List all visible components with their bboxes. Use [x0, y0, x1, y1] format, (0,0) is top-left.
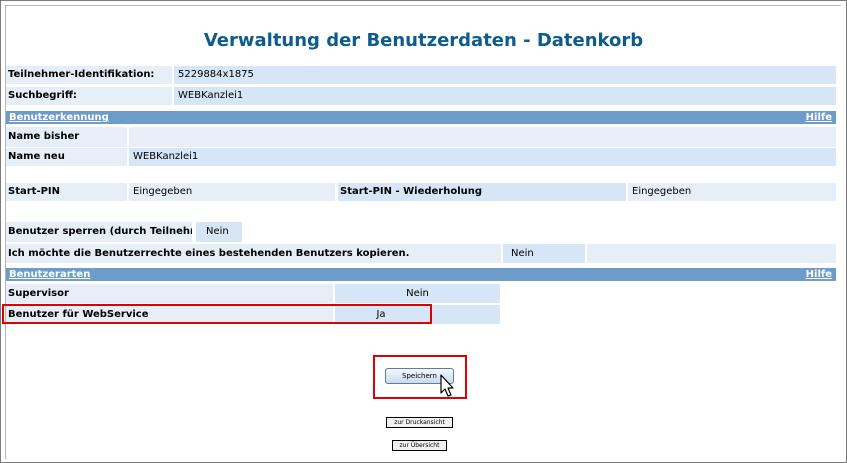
supervisor-label: Supervisor [6, 284, 333, 303]
kopieren-value[interactable]: Nein [503, 244, 585, 263]
kopieren-spacer [587, 244, 836, 263]
kopieren-label: Ich möchte die Benutzerrechte eines best… [6, 244, 501, 263]
name-bisher-label: Name bisher [6, 127, 127, 147]
overview-button[interactable]: zur Übersicht [392, 440, 447, 451]
section-benutzerkennung: Benutzerkennung Hilfe [6, 111, 836, 124]
start-pin-value: Eingegeben [129, 183, 335, 201]
name-bisher-value [129, 127, 836, 147]
section-benutzerarten: Benutzerarten Hilfe [6, 268, 836, 281]
sperren-value[interactable]: Nein [196, 222, 242, 242]
page-title: Verwaltung der Benutzerdaten - Datenkorb [203, 30, 644, 51]
mouse-cursor-icon [440, 374, 454, 397]
section-benutzerkennung-title[interactable]: Benutzerkennung [9, 112, 109, 123]
help-link-benutzerarten[interactable]: Hilfe [806, 268, 832, 281]
print-view-button[interactable]: zur Druckansicht [386, 417, 453, 428]
section-benutzerarten-title[interactable]: Benutzerarten [9, 269, 90, 280]
sperren-label: Benutzer sperren (durch Teilnehmer) [6, 222, 192, 242]
start-pin-label: Start-PIN [6, 183, 127, 201]
name-neu-value: WEBKanzlei1 [129, 148, 836, 166]
name-neu-label: Name neu [6, 148, 127, 166]
highlight-webservice-row [2, 304, 432, 324]
suchbegriff-value: WEBKanzlei1 [174, 87, 836, 105]
window-frame: Verwaltung der Benutzerdaten - Datenkorb… [0, 0, 847, 463]
content-area: Verwaltung der Benutzerdaten - Datenkorb… [2, 5, 841, 459]
start-pin-repeat-value: Eingegeben [628, 183, 836, 201]
help-link-benutzerkennung[interactable]: Hilfe [806, 111, 832, 124]
supervisor-value[interactable]: Nein [335, 284, 500, 303]
start-pin-repeat-label: Start-PIN - Wiederholung [338, 183, 626, 201]
suchbegriff-label: Suchbegriff: [6, 87, 172, 105]
teilnehmer-label: Teilnehmer-Identifikation: [6, 66, 172, 84]
teilnehmer-value: 5229884x1875 [174, 66, 836, 84]
